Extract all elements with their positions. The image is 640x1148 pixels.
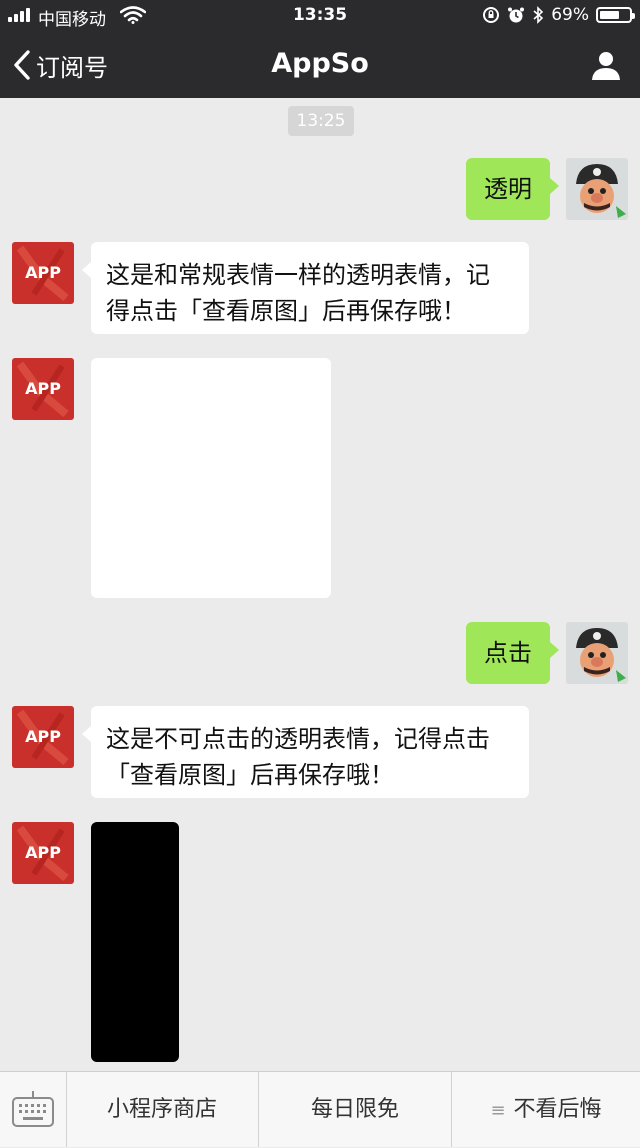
user-message-bubble[interactable]: 点击 [466,622,559,684]
status-bar: 中国移动 13:35 69% [0,0,640,32]
menu-mini-program-store[interactable]: 小程序商店 [66,1072,259,1147]
chevron-left-icon [14,50,30,80]
menu-label: 每日限免 [310,1097,399,1122]
message-text: 点击 [484,639,532,667]
back-button[interactable]: 订阅号 [12,48,108,82]
user-avatar[interactable] [566,158,628,220]
app-avatar-text: APP [25,379,61,398]
bluetooth-icon [533,6,544,24]
menu-no-regret[interactable]: ≡ 不看后悔 [452,1072,640,1147]
battery-level [600,11,619,19]
user-avatar[interactable] [566,622,628,684]
keyboard-toggle-button[interactable] [0,1072,67,1147]
app-avatar[interactable]: APP [12,358,74,420]
bottom-menu-bar: 小程序商店 每日限免 ≡ 不看后悔 [0,1071,640,1147]
battery-percent: 69% [551,5,589,25]
alarm-icon [508,7,525,23]
mario-avatar-icon [566,622,628,684]
header: 中国移动 13:35 69% 订阅号 AppSo [0,0,640,98]
menu-daily-free[interactable]: 每日限免 [259,1072,452,1147]
app-message-bubble[interactable]: 这是和常规表情一样的透明表情，记 得点击「查看原图」后再保存哦！ [82,242,529,334]
message-line: 得点击「查看原图」后再保存哦！ [106,297,466,325]
app-avatar[interactable]: APP [12,242,74,304]
nav-bar: 订阅号 AppSo [0,32,640,98]
transparent-sticker-image[interactable] [91,358,331,598]
rotation-lock-icon [483,7,500,23]
message-text: 透明 [484,175,532,203]
mario-avatar-icon [566,158,628,220]
app-message-bubble[interactable]: 这是不可点击的透明表情，记得点击 「查看原图」后再保存哦！ [82,706,529,798]
submenu-icon: ≡ [490,1100,506,1121]
app-avatar[interactable]: APP [12,822,74,884]
user-message-bubble[interactable]: 透明 [466,158,559,220]
app-avatar[interactable]: APP [12,706,74,768]
message-line: 这是不可点击的透明表情，记得点击 [106,725,490,753]
battery-icon [596,7,635,23]
message-line: 这是和常规表情一样的透明表情，记 [106,261,490,289]
app-avatar-text: APP [25,843,61,862]
app-avatar-text: APP [25,263,61,282]
non-clickable-sticker-image[interactable] [91,822,179,1062]
app-avatar-text: APP [25,727,61,746]
status-right: 69% [482,5,635,25]
chat-timestamp: 13:25 [288,106,354,136]
back-label: 订阅号 [36,53,108,82]
menu-label: 小程序商店 [106,1097,217,1122]
message-line: 「查看原图」后再保存哦！ [106,761,394,789]
menu-label: 不看后悔 [513,1097,602,1122]
keyboard-icon [12,1091,54,1127]
profile-icon[interactable] [590,49,622,81]
